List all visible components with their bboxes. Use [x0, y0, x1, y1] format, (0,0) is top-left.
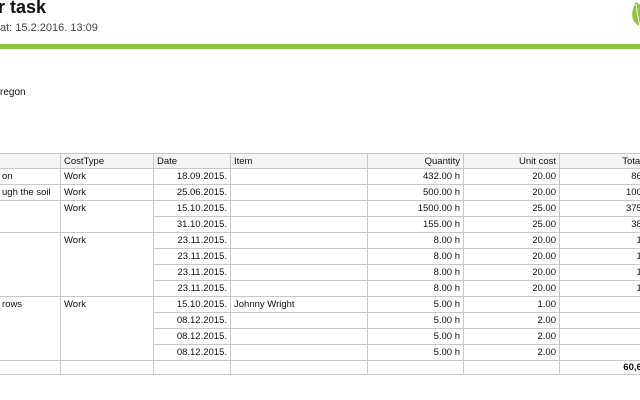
- cost-type-cell: Work: [60, 200, 154, 233]
- total-cell: 10.: [559, 312, 640, 329]
- quantity-cell: 1500.00 h: [367, 200, 464, 217]
- unit-cost-cell: 25.00: [463, 200, 560, 217]
- date-cell: 08.12.2015.: [153, 312, 231, 329]
- table-row: ugh the soil Work 25.06.2015. 500.00 h 20.00…: [0, 184, 640, 201]
- group-name-cell: [0, 232, 61, 297]
- report-timestamp: at: 15.2.2016. 13:09: [0, 22, 98, 34]
- quantity-cell: 500.00 h: [367, 184, 464, 201]
- total-cell: 160.: [559, 232, 640, 249]
- total-cell: 37500.: [559, 200, 640, 217]
- date-cell: 08.12.2015.: [153, 328, 231, 345]
- unit-cost-cell: 20.00: [463, 232, 560, 249]
- unit-cost-cell: 20.00: [463, 168, 560, 185]
- quantity-cell: 5.00 h: [367, 312, 464, 329]
- date-cell: 18.09.2015.: [153, 168, 231, 185]
- empty-cell: [463, 360, 560, 375]
- date-cell: 23.11.2015.: [153, 280, 231, 297]
- table-row: Work15.10.2015. 1500.00 h25.0037500.: [0, 200, 640, 233]
- item-cell: [230, 328, 368, 345]
- group-name-cell: [0, 200, 61, 233]
- cost-type-cell: Work: [60, 184, 154, 201]
- item-cell: [230, 264, 368, 281]
- item-cell: [230, 312, 368, 329]
- table-header-row: CostType Date Item Quantity Unit cost To…: [0, 153, 640, 169]
- cost-type-cell: Work: [60, 232, 154, 297]
- quantity-cell: 8.00 h: [367, 232, 464, 249]
- item-cell: [230, 216, 368, 233]
- group-name-cell: rows: [0, 296, 61, 361]
- empty-cell: [153, 360, 231, 375]
- table-row: Work23.11.2015.8.00 h20.00160.: [0, 232, 640, 297]
- date-cell: 23.11.2015.: [153, 232, 231, 249]
- table-body: onWork18.09.2015.432.00 h20.008640.ugh t…: [0, 168, 640, 375]
- item-cell: [230, 200, 368, 217]
- leaf-icon: [632, 2, 640, 27]
- table-row: rows Work 15.10.2015. Johnny Wright 5.00 h 1.…: [0, 296, 640, 361]
- item-cell: [230, 344, 368, 361]
- cost-type-cell: Work: [60, 296, 154, 361]
- column-header: Quantity: [367, 153, 464, 169]
- column-header: Item: [230, 153, 368, 169]
- item-cell: [230, 280, 368, 297]
- item-cell: [230, 232, 368, 249]
- unit-cost-cell: 20.00: [463, 248, 560, 265]
- empty-cell: [367, 360, 464, 375]
- location-label: regon: [0, 87, 26, 98]
- quantity-cell: 8.00 h: [367, 264, 464, 281]
- quantity-cell: 5.00 h: [367, 296, 464, 313]
- table-row: onWork18.09.2015. 432.00 h20.008640.: [0, 168, 640, 185]
- column-header: CostType: [60, 153, 154, 169]
- item-cell: [230, 168, 368, 185]
- date-cell: 23.11.2015.: [153, 264, 231, 281]
- empty-cell: [230, 360, 368, 375]
- cost-type-cell: Work: [60, 168, 154, 185]
- grand-total-cell: 60,690.: [559, 360, 640, 375]
- report-title: r task: [0, 0, 47, 17]
- unit-cost-cell: 2.00: [463, 312, 560, 329]
- quantity-cell: 155.00 h: [367, 216, 464, 233]
- column-header: Date: [153, 153, 231, 169]
- item-cell: [230, 184, 368, 201]
- date-cell: 08.12.2015.: [153, 344, 231, 361]
- cost-table: CostType Date Item Quantity Unit cost To…: [0, 153, 640, 375]
- quantity-cell: 5.00 h: [367, 344, 464, 361]
- total-cell: 3875.: [559, 216, 640, 233]
- grand-total-row: 60,690.: [0, 360, 640, 375]
- total-cell: 8640.: [559, 168, 640, 185]
- quantity-cell: 8.00 h: [367, 248, 464, 265]
- date-cell: 23.11.2015.: [153, 248, 231, 265]
- unit-cost-cell: 20.00: [463, 280, 560, 297]
- empty-cell: [60, 360, 154, 375]
- unit-cost-cell: 2.00: [463, 328, 560, 345]
- quantity-cell: 432.00 h: [367, 168, 464, 185]
- group-name-cell: ugh the soil: [0, 184, 61, 201]
- unit-cost-cell: 2.00: [463, 344, 560, 361]
- unit-cost-cell: 20.00: [463, 184, 560, 201]
- date-cell: 15.10.2015.: [153, 200, 231, 217]
- quantity-cell: 5.00 h: [367, 328, 464, 345]
- column-header: Unit cost: [463, 153, 560, 169]
- total-cell: 10.: [559, 344, 640, 361]
- item-cell: [230, 248, 368, 265]
- unit-cost-cell: 25.00: [463, 216, 560, 233]
- unit-cost-cell: 1.00: [463, 296, 560, 313]
- total-cell: 10.: [559, 328, 640, 345]
- date-cell: 15.10.2015.: [153, 296, 231, 313]
- item-cell: Johnny Wright: [230, 296, 368, 313]
- column-header: Total co: [559, 153, 640, 169]
- total-cell: 5.: [559, 296, 640, 313]
- date-cell: 31.10.2015.: [153, 216, 231, 233]
- total-cell: 160.: [559, 264, 640, 281]
- empty-cell: [0, 360, 61, 375]
- header-divider: [0, 44, 640, 49]
- column-header: [0, 153, 61, 169]
- total-cell: 160.: [559, 248, 640, 265]
- unit-cost-cell: 20.00: [463, 264, 560, 281]
- total-cell: 10000.: [559, 184, 640, 201]
- quantity-cell: 8.00 h: [367, 280, 464, 297]
- total-cell: 160.: [559, 280, 640, 297]
- group-name-cell: on: [0, 168, 61, 185]
- date-cell: 25.06.2015.: [153, 184, 231, 201]
